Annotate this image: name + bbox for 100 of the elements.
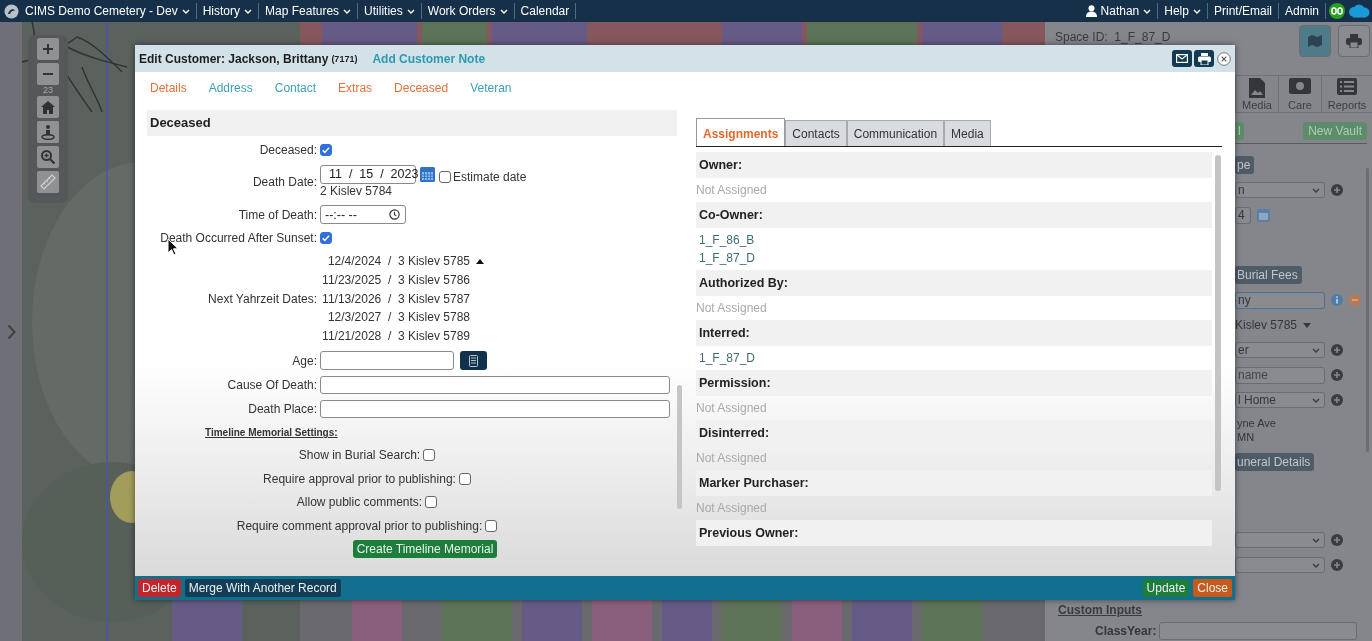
select-field[interactable]: n <box>1235 182 1325 198</box>
field-label: Cause Of Death: <box>226 378 318 393</box>
checkbox[interactable] <box>425 496 438 509</box>
nav-menu[interactable]: Utilities <box>358 3 422 19</box>
tab[interactable]: Contacts <box>785 120 847 146</box>
field-label: Next Yahrzeit Dates: <box>207 291 318 306</box>
add-icon[interactable] <box>1331 184 1343 196</box>
chevron-icon <box>1312 397 1320 403</box>
nav-menu[interactable]: CIMS Demo Cemetery - Dev <box>19 3 197 19</box>
checkbox[interactable] <box>458 472 471 485</box>
panel-tab[interactable]: Media <box>1235 76 1278 112</box>
app-logo-icon[interactable] <box>4 3 19 19</box>
collapse-caret-icon[interactable] <box>476 258 484 264</box>
input-field[interactable] <box>320 376 670 395</box>
section-link[interactable]: Address <box>208 80 253 95</box>
scrollbar[interactable] <box>1215 155 1221 491</box>
section-link[interactable]: Veteran <box>470 80 512 95</box>
space-link[interactable]: 1_F_86_B <box>696 231 1212 249</box>
nav-menu[interactable]: Help <box>1158 3 1208 19</box>
home-icon[interactable] <box>37 96 59 118</box>
nav-menu[interactable]: History <box>196 3 260 19</box>
add-icon[interactable] <box>1331 369 1343 381</box>
action-button[interactable]: l <box>1235 122 1244 140</box>
section-link[interactable]: Details <box>150 80 187 95</box>
info-icon[interactable] <box>1331 294 1343 306</box>
input-field[interactable] <box>1159 622 1358 640</box>
field-label: Death Date: <box>251 174 318 189</box>
select-field[interactable]: l Home <box>1235 392 1325 408</box>
print-button[interactable] <box>1194 50 1214 67</box>
text-field[interactable]: ny <box>1235 291 1325 309</box>
assignment-heading: Marker Purchaser: <box>696 470 1212 496</box>
close-icon[interactable] <box>1217 51 1231 66</box>
tab[interactable]: Communication <box>846 120 945 146</box>
list-icon <box>1337 78 1357 95</box>
action-button[interactable]: New Vault <box>1303 122 1367 140</box>
panel-button[interactable]: pe <box>1235 156 1255 174</box>
date-field[interactable]: 4 <box>1235 206 1251 224</box>
space-link[interactable]: 1_F_87_D <box>696 349 1212 367</box>
tab[interactable]: Media <box>944 120 991 146</box>
caret-icon <box>343 8 352 14</box>
zoom-in-icon[interactable] <box>37 38 59 60</box>
checkbox[interactable] <box>320 232 332 244</box>
scrollbar[interactable] <box>677 385 682 509</box>
checkbox[interactable] <box>423 449 436 462</box>
nav-menu[interactable]: Admin <box>1279 3 1326 19</box>
zoom-search-icon[interactable] <box>37 146 59 168</box>
nav-menu[interactable]: Map Features <box>259 3 359 19</box>
input-field[interactable]: name <box>1235 366 1325 384</box>
select-field[interactable] <box>1235 557 1325 573</box>
field-label: ClassYear: <box>1095 624 1157 638</box>
map-view-button[interactable] <box>1299 25 1331 57</box>
date-field[interactable]: 11 / 15 / 2023 <box>320 164 416 184</box>
checkbox[interactable] <box>320 144 332 156</box>
record-id: (7171) <box>331 53 358 64</box>
select-field[interactable] <box>1235 532 1325 548</box>
panel-button[interactable]: Burial Fees <box>1235 266 1302 284</box>
select-field[interactable]: er <box>1235 342 1325 358</box>
ruler-icon[interactable] <box>37 171 59 193</box>
add-icon[interactable] <box>1331 534 1343 546</box>
space-link[interactable]: 1_F_87_D <box>696 249 1212 267</box>
add-icon[interactable] <box>1331 559 1343 571</box>
field-label: Death Place: <box>247 402 318 417</box>
add-icon[interactable] <box>1331 344 1343 356</box>
address-line: yne Ave <box>1237 416 1276 430</box>
printer-icon <box>1197 52 1211 65</box>
footer-button[interactable]: Delete <box>138 579 181 597</box>
person-pin-icon[interactable] <box>37 121 59 143</box>
section-link[interactable]: Deceased <box>394 80 449 95</box>
zoom-out-icon[interactable] <box>37 63 59 85</box>
nav-menu[interactable]: Calendar <box>514 3 577 19</box>
tab[interactable]: Assignments <box>696 118 786 146</box>
expand-panel-icon[interactable] <box>6 323 16 340</box>
input-field[interactable] <box>320 351 454 371</box>
checkbox[interactable] <box>485 519 498 532</box>
caret-icon[interactable] <box>1303 322 1312 328</box>
nav-menu[interactable]: Nathan <box>1079 3 1159 19</box>
calendar-icon[interactable] <box>420 166 435 182</box>
footer-button[interactable]: Close <box>1193 579 1232 597</box>
time-field[interactable]: --:-- -- <box>320 205 406 224</box>
calculate-button[interactable] <box>460 351 487 371</box>
section-link[interactable]: Extras <box>338 80 373 95</box>
add-icon[interactable] <box>1331 394 1343 406</box>
input-field[interactable] <box>320 400 670 419</box>
checkbox[interactable] <box>439 171 451 183</box>
panel-tab[interactable]: Reports <box>1321 76 1372 112</box>
field-label: Deceased: <box>258 143 318 157</box>
panel-tab[interactable]: Care <box>1278 76 1321 112</box>
create-memorial-button[interactable]: Create Timeline Memorial <box>352 539 498 558</box>
address-line: MN <box>1237 430 1255 444</box>
add-note-link[interactable]: Add Customer Note <box>372 51 486 66</box>
panel-button[interactable]: uneral Details <box>1235 453 1315 471</box>
nav-menu[interactable]: Print/Email <box>1207 3 1279 19</box>
footer-button[interactable]: Merge With Another Record <box>184 579 341 597</box>
footer-button[interactable]: Update <box>1142 579 1190 597</box>
nav-menu[interactable]: Work Orders <box>421 3 515 19</box>
chevron-icon <box>1312 537 1320 543</box>
email-button[interactable] <box>1172 50 1192 67</box>
cloud-logo-icon[interactable] <box>1348 3 1370 19</box>
section-link[interactable]: Contact <box>274 80 317 95</box>
accounting-logo-icon[interactable] <box>1329 3 1345 19</box>
